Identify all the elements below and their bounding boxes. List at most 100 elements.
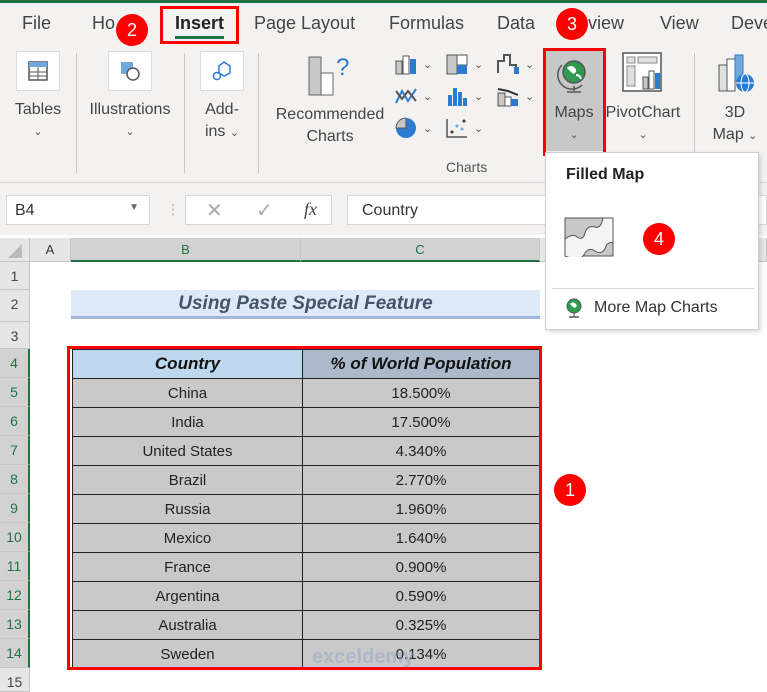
row-header-6[interactable]: 6: [0, 407, 30, 436]
recommended-charts-button[interactable]: ? Recommended Charts: [272, 53, 388, 148]
tab-formulas[interactable]: Formulas: [389, 13, 464, 34]
cell-population[interactable]: 0.900%: [302, 552, 540, 582]
tab-developer[interactable]: Deve: [731, 13, 767, 34]
waterfall-chart-button[interactable]: ⌄: [496, 53, 534, 75]
grip-icon: ⋮: [166, 201, 180, 217]
step-badge-1: 1: [554, 474, 586, 506]
table-row: Brazil 2.770%: [72, 465, 540, 495]
row-header-8[interactable]: 8: [0, 465, 30, 494]
add-ins-button[interactable]: Add- ins ⌄: [196, 51, 248, 144]
tab-insert[interactable]: Insert: [175, 13, 225, 39]
table-icon: [16, 51, 60, 91]
filled-map-icon: [564, 217, 614, 260]
cell-country[interactable]: Russia: [72, 494, 303, 524]
cell-population[interactable]: 4.340%: [302, 436, 540, 466]
tab-home[interactable]: Ho: [92, 13, 115, 34]
cell-country[interactable]: France: [72, 552, 303, 582]
cell-population[interactable]: 0.325%: [302, 610, 540, 640]
insert-function-icon[interactable]: fx: [304, 199, 317, 220]
chevron-down-icon: ⌄: [638, 129, 648, 141]
tab-data[interactable]: Data: [497, 13, 535, 34]
hierarchy-chart-button[interactable]: ⌄: [445, 53, 483, 75]
row-header-4[interactable]: 4: [0, 349, 30, 378]
add-ins-label: Add-: [205, 101, 239, 118]
column-chart-icon: [395, 55, 416, 75]
row-header-13[interactable]: 13: [0, 610, 30, 639]
cell-country[interactable]: China: [72, 378, 303, 408]
table-row: India 17.500%: [72, 407, 540, 437]
column-chart-button[interactable]: ⌄: [394, 53, 432, 75]
cell-population[interactable]: 2.770%: [302, 465, 540, 495]
add-ins-icon: [200, 51, 244, 91]
enter-icon[interactable]: ✓: [256, 198, 273, 223]
select-all-corner[interactable]: [0, 238, 30, 262]
column-header-c[interactable]: C: [301, 238, 540, 262]
illustrations-button[interactable]: Illustrations ⌄: [84, 51, 176, 143]
filled-map-heading: Filled Map: [566, 166, 645, 183]
combo-chart-button[interactable]: ⌄: [496, 85, 534, 107]
tables-label: Tables: [14, 101, 62, 118]
maps-label: Maps: [554, 104, 594, 121]
row-header-1[interactable]: 1: [0, 262, 30, 290]
row-header-5[interactable]: 5: [0, 378, 30, 407]
formula-controls: ✕ ✓ fx: [185, 195, 332, 225]
row-header-7[interactable]: 7: [0, 436, 30, 465]
name-box[interactable]: B4 ▼: [6, 195, 150, 225]
table-row: Argentina 0.590%: [72, 581, 540, 611]
more-map-charts-label: More Map Charts: [594, 299, 718, 316]
statistic-chart-button[interactable]: ⌄: [445, 85, 483, 107]
header-country[interactable]: Country: [72, 349, 303, 379]
cell-population[interactable]: 1.960%: [302, 494, 540, 524]
cell-population[interactable]: 1.640%: [302, 523, 540, 553]
scatter-chart-button[interactable]: ⌄: [445, 117, 483, 139]
tab-review[interactable]: view: [588, 13, 624, 34]
tab-view[interactable]: View: [660, 13, 699, 34]
tab-page-layout[interactable]: Page Layout: [254, 13, 355, 34]
cell-country[interactable]: India: [72, 407, 303, 437]
recommended-label: Recommended: [275, 106, 385, 123]
row-header-9[interactable]: 9: [0, 494, 30, 523]
dropdown-arrow-icon[interactable]: ▼: [129, 202, 139, 213]
tab-file[interactable]: File: [22, 13, 51, 34]
row-header-15[interactable]: 15: [0, 668, 30, 692]
row-header-3[interactable]: 3: [0, 322, 30, 349]
cell-country[interactable]: United States: [72, 436, 303, 466]
step-badge-2: 2: [116, 14, 148, 46]
cell-country[interactable]: Sweden: [72, 639, 303, 669]
cell-country[interactable]: Argentina: [72, 581, 303, 611]
cell-population[interactable]: 17.500%: [302, 407, 540, 437]
cell-country[interactable]: Mexico: [72, 523, 303, 553]
filled-map-option[interactable]: [564, 217, 614, 262]
shapes-icon: [108, 51, 152, 91]
more-map-charts-item[interactable]: More Map Charts: [564, 297, 718, 319]
tables-button[interactable]: Tables ⌄: [10, 51, 66, 143]
row-header-11[interactable]: 11: [0, 552, 30, 581]
header-population[interactable]: % of World Population: [302, 349, 540, 379]
row-header-10[interactable]: 10: [0, 523, 30, 552]
divider: [76, 53, 77, 173]
treemap-icon: [446, 54, 468, 75]
histogram-icon: [448, 88, 467, 106]
watermark: exceldemy: [312, 646, 415, 668]
row-header-14[interactable]: 14: [0, 639, 30, 668]
line-chart-button[interactable]: ⌄: [394, 85, 432, 107]
globe-icon: [557, 60, 586, 93]
maps-button[interactable]: Maps ⌄: [545, 51, 603, 151]
row-header-12[interactable]: 12: [0, 581, 30, 610]
column-header-b[interactable]: B: [71, 238, 301, 262]
pie-chart-button[interactable]: ⌄: [394, 117, 432, 139]
line-chart-icon: [395, 88, 417, 104]
cell-population[interactable]: 0.590%: [302, 581, 540, 611]
row-header-2[interactable]: 2: [0, 290, 30, 322]
column-header-a[interactable]: A: [30, 238, 71, 262]
chevron-down-icon: ⌄: [569, 129, 579, 141]
cell-population[interactable]: 18.500%: [302, 378, 540, 408]
3d-map-button[interactable]: 3D Map ⌄: [705, 51, 765, 147]
pivotchart-button[interactable]: PivotChart ⌄: [604, 51, 682, 146]
divider: [258, 53, 259, 173]
cell-country[interactable]: Australia: [72, 610, 303, 640]
cell-country[interactable]: Brazil: [72, 465, 303, 495]
divider: [184, 53, 185, 173]
cancel-icon[interactable]: ✕: [206, 198, 223, 223]
svg-text:?: ?: [336, 54, 349, 81]
